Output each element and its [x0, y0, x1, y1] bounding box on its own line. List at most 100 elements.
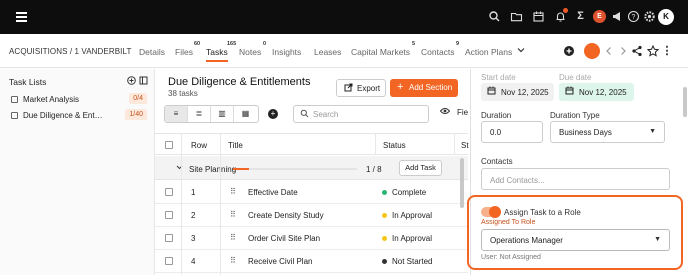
add-section-button[interactable]: + Add Section [390, 79, 458, 97]
section-row[interactable]: Site Planning 1 / 8 Add Task [155, 156, 468, 180]
export-button[interactable]: Export [336, 79, 386, 97]
tab-capital-markets[interactable]: Capital Markets [351, 47, 410, 57]
status-dot [382, 190, 387, 195]
list-icon [11, 96, 18, 103]
select-all-checkbox[interactable] [165, 141, 173, 149]
duration-type-select[interactable]: Business Days ▼ [550, 121, 665, 143]
help-icon[interactable]: ? [627, 10, 640, 23]
section-progress-bar [233, 168, 357, 170]
contacts-input[interactable]: Add Contacts... [481, 168, 670, 190]
start-date-label: Start date [481, 73, 516, 82]
drag-handle-icon[interactable]: ⠿ [230, 256, 236, 265]
tab-contacts-badge: 9 [456, 41, 460, 47]
assigned-role-select[interactable]: Operations Manager ▼ [481, 229, 670, 251]
folder-icon[interactable] [510, 10, 523, 23]
search-icon[interactable] [488, 10, 501, 23]
tab-insights[interactable]: Insights [272, 47, 301, 57]
task-title[interactable]: Effective Date [248, 188, 298, 197]
sigma-icon[interactable]: Σ [574, 10, 587, 23]
tab-notes[interactable]: Notes [239, 47, 261, 57]
chevron-down-icon[interactable] [517, 46, 525, 54]
task-status[interactable]: In Approval [392, 234, 432, 243]
add-task-button[interactable]: Add Task [399, 160, 442, 176]
row-checkbox[interactable] [165, 211, 173, 219]
due-date-field[interactable]: Nov 12, 2025 [559, 83, 634, 101]
column-header-row[interactable]: Row [191, 141, 207, 150]
search-input[interactable]: Search [293, 105, 429, 123]
export-icon [344, 83, 353, 92]
tab-leases[interactable]: Leases [314, 47, 341, 57]
collapse-panel-icon[interactable] [139, 76, 148, 85]
column-divider [181, 133, 182, 275]
star-icon[interactable] [647, 45, 659, 57]
list-item[interactable]: Due Diligence & Ent… 1/40 [9, 109, 149, 123]
add-list-icon[interactable] [127, 76, 136, 85]
eye-icon[interactable] [440, 107, 450, 115]
row-checkbox[interactable] [165, 234, 173, 242]
compact-view-icon[interactable]: ≣ [188, 106, 211, 122]
drag-handle-icon[interactable]: ⠿ [230, 233, 236, 242]
caret-down-icon: ▼ [654, 236, 661, 243]
more-icon[interactable]: ⋮ [661, 45, 673, 57]
row-checkbox[interactable] [165, 188, 173, 196]
breadcrumb[interactable]: ACQUISITIONS / 1 VANDERBILT [9, 47, 131, 56]
start-date-value: Nov 12, 2025 [501, 88, 549, 97]
panel-scrollbar[interactable] [683, 87, 687, 117]
task-title[interactable]: Create Density Study [248, 211, 324, 220]
caret-down-icon: ▼ [649, 128, 656, 135]
column-header-status[interactable]: Status [383, 141, 406, 150]
task-status[interactable]: Complete [392, 188, 426, 197]
duration-input[interactable]: 0.0 [481, 121, 543, 143]
task-title[interactable]: Order Civil Site Plan [248, 234, 320, 243]
section-progress-count: 1 / 8 [366, 165, 382, 174]
page-title: Due Diligence & Entitlements [168, 76, 311, 88]
task-title[interactable]: Receive Civil Plan [248, 257, 312, 266]
list-icon [11, 112, 18, 119]
table-header: Row Title Status St [155, 133, 469, 155]
table-row[interactable]: 3 ⠿ Order Civil Site Plan In Approval [155, 227, 468, 250]
add-task-icon[interactable]: + [268, 109, 278, 119]
user-avatar[interactable]: K [658, 9, 674, 25]
list-item[interactable]: Market Analysis 0/4 [9, 93, 149, 107]
menu-icon[interactable] [16, 12, 27, 22]
status-dot [382, 259, 387, 264]
share-icon[interactable] [631, 45, 643, 57]
tab-action-plans[interactable]: Action Plans [465, 47, 512, 57]
table-row[interactable]: 1 ⠿ Effective Date Complete [155, 181, 468, 204]
table-row[interactable]: 4 ⠿ Receive Civil Plan Not Started [155, 250, 468, 273]
column-divider [220, 133, 221, 275]
chevron-right-icon[interactable] [617, 45, 629, 57]
duration-type-value: Business Days [559, 128, 612, 137]
table-row[interactable]: 2 ⠿ Create Density Study In Approval [155, 204, 468, 227]
avatar[interactable]: E [593, 10, 606, 23]
task-status[interactable]: Not Started [392, 257, 432, 266]
row-checkbox[interactable] [165, 257, 173, 265]
list-item-label: Market Analysis [23, 95, 80, 104]
tab-contacts[interactable]: Contacts [421, 47, 455, 57]
task-status[interactable]: In Approval [392, 211, 432, 220]
drag-handle-icon[interactable]: ⠿ [230, 210, 236, 219]
board-view-icon[interactable]: ▥ [211, 106, 234, 122]
tab-details[interactable]: Details [139, 47, 165, 57]
drag-handle-icon[interactable]: ⠿ [230, 187, 236, 196]
assigned-role-value: Operations Manager [490, 236, 563, 245]
calendar-icon [565, 86, 574, 95]
calendar-icon[interactable] [532, 10, 545, 23]
task-lists-panel: Task Lists Market Analysis 0/4 Due Dilig… [0, 69, 155, 275]
tab-files[interactable]: Files [175, 47, 193, 57]
column-header-extra[interactable]: St [461, 141, 469, 150]
tab-tasks[interactable]: Tasks [206, 47, 228, 62]
notification-dot [563, 8, 568, 13]
column-header-title[interactable]: Title [228, 141, 243, 150]
fields-button[interactable]: Fie [457, 108, 468, 117]
assign-role-toggle[interactable] [481, 206, 501, 218]
settings-icon[interactable] [643, 10, 656, 23]
row-number: 2 [191, 211, 196, 220]
calendar-view-icon[interactable]: ▦ [234, 106, 257, 122]
table-scrollbar[interactable] [460, 158, 464, 208]
chevron-left-icon[interactable] [603, 45, 615, 57]
start-date-field[interactable]: Nov 12, 2025 [481, 83, 554, 101]
list-view-icon[interactable]: ≡ [165, 106, 188, 122]
megaphone-icon[interactable] [611, 10, 624, 23]
add-circle-icon[interactable] [563, 45, 575, 57]
